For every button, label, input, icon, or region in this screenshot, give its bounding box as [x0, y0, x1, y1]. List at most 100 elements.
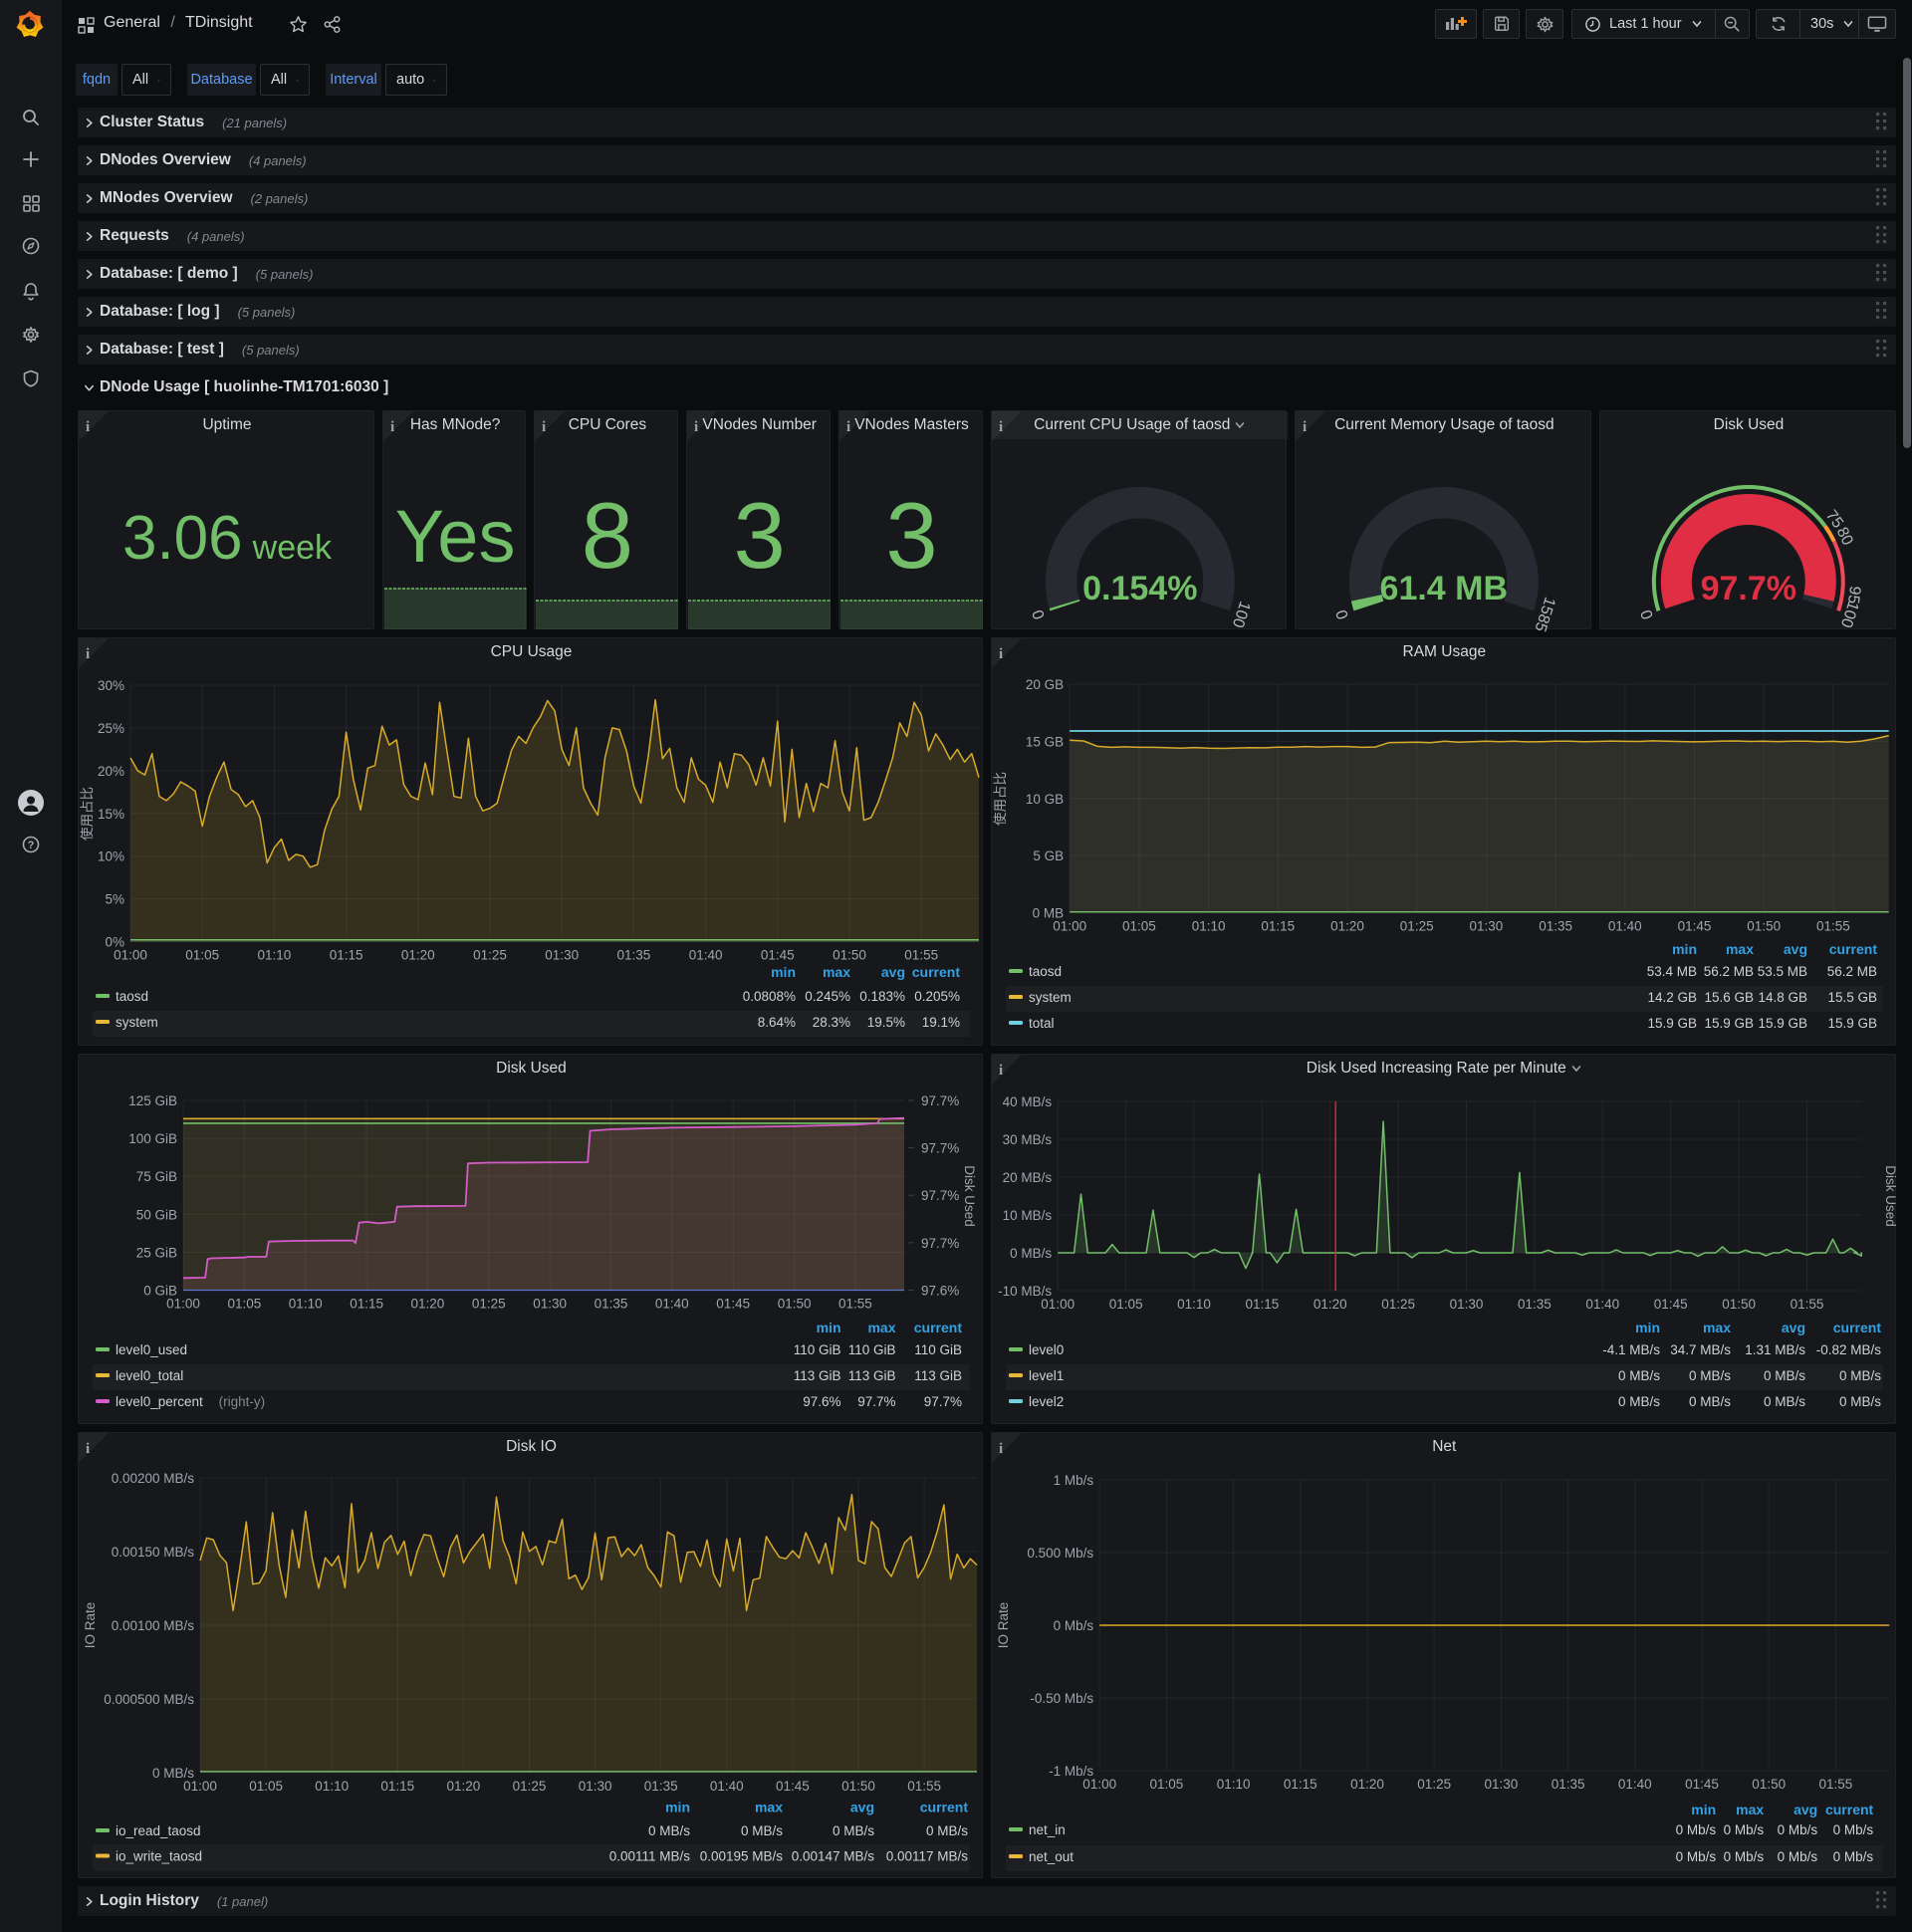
svg-text:net_out: net_out: [1029, 1849, 1074, 1864]
svg-text:level1: level1: [1029, 1368, 1064, 1383]
svg-text:75 GiB: 75 GiB: [136, 1169, 177, 1184]
svg-text:avg: avg: [850, 1800, 874, 1815]
svg-text:taosd: taosd: [1029, 964, 1062, 979]
svg-text:current: current: [1833, 1320, 1882, 1335]
svg-text:53.4 MB: 53.4 MB: [1647, 964, 1697, 979]
svg-text:01:45: 01:45: [776, 1779, 810, 1794]
svg-text:01:25: 01:25: [1400, 919, 1434, 934]
svg-text:20 GB: 20 GB: [1026, 677, 1064, 692]
svg-text:level0: level0: [1029, 1342, 1064, 1357]
svg-text:01:35: 01:35: [1518, 1297, 1552, 1312]
svg-text:0 MB/s: 0 MB/s: [1010, 1246, 1052, 1261]
svg-text:01:50: 01:50: [1752, 1777, 1786, 1792]
svg-text:50 GiB: 50 GiB: [136, 1207, 177, 1222]
svg-text:max: max: [755, 1800, 783, 1815]
svg-text:0 MB/s: 0 MB/s: [1764, 1394, 1805, 1409]
svg-text:15 GB: 15 GB: [1026, 734, 1064, 749]
svg-text:01:40: 01:40: [689, 948, 723, 963]
svg-text:IO Rate: IO Rate: [83, 1602, 98, 1649]
svg-text:01:05: 01:05: [1108, 1297, 1142, 1312]
svg-text:0 Mb/s: 0 Mb/s: [1832, 1849, 1873, 1864]
svg-text:01:45: 01:45: [1685, 1777, 1719, 1792]
svg-text:0 Mb/s: 0 Mb/s: [1777, 1822, 1817, 1837]
svg-text:01:10: 01:10: [1177, 1297, 1211, 1312]
svg-text:level2: level2: [1029, 1394, 1064, 1409]
svg-text:level0_total: level0_total: [116, 1368, 183, 1383]
svg-text:system: system: [116, 1015, 158, 1030]
svg-text:01:20: 01:20: [1330, 919, 1364, 934]
svg-text:19.5%: 19.5%: [867, 1015, 905, 1030]
svg-text:0.00147 MB/s: 0.00147 MB/s: [792, 1849, 875, 1864]
svg-text:1.31 MB/s: 1.31 MB/s: [1745, 1342, 1805, 1357]
svg-text:113 GiB: 113 GiB: [794, 1368, 841, 1383]
svg-text:01:25: 01:25: [1417, 1777, 1451, 1792]
svg-text:28.3%: 28.3%: [813, 1015, 850, 1030]
svg-text:使用占比: 使用占比: [79, 787, 95, 841]
svg-text:max: max: [867, 1320, 895, 1335]
svg-text:01:55: 01:55: [1818, 1777, 1852, 1792]
svg-text:-0.50 Mb/s: -0.50 Mb/s: [1030, 1691, 1093, 1706]
svg-text:01:35: 01:35: [595, 1297, 628, 1312]
svg-text:min: min: [817, 1320, 841, 1335]
svg-text:0 MB/s: 0 MB/s: [1839, 1368, 1881, 1383]
svg-text:01:55: 01:55: [1816, 919, 1850, 934]
svg-text:0.00117 MB/s: 0.00117 MB/s: [886, 1849, 969, 1864]
svg-text:0.205%: 0.205%: [914, 989, 960, 1004]
svg-text:current: current: [1825, 1802, 1874, 1817]
svg-text:total: total: [1029, 1016, 1055, 1031]
svg-text:01:20: 01:20: [411, 1297, 445, 1312]
svg-text:110 GiB: 110 GiB: [914, 1342, 962, 1357]
svg-text:01:05: 01:05: [228, 1297, 262, 1312]
svg-text:01:10: 01:10: [289, 1297, 323, 1312]
svg-text:0.500 Mb/s: 0.500 Mb/s: [1027, 1546, 1093, 1561]
svg-text:0 Mb/s: 0 Mb/s: [1832, 1822, 1873, 1837]
svg-text:0 Mb/s: 0 Mb/s: [1777, 1849, 1817, 1864]
svg-text:01:00: 01:00: [114, 948, 147, 963]
svg-text:io_read_taosd: io_read_taosd: [116, 1823, 201, 1838]
svg-text:0 Mb/s: 0 Mb/s: [1723, 1822, 1764, 1837]
svg-text:0.183%: 0.183%: [859, 989, 905, 1004]
svg-text:max: max: [823, 964, 850, 980]
svg-text:01:10: 01:10: [1216, 1777, 1250, 1792]
svg-text:01:35: 01:35: [644, 1779, 678, 1794]
svg-text:0.00150 MB/s: 0.00150 MB/s: [112, 1545, 195, 1560]
svg-text:0.00111 MB/s: 0.00111 MB/s: [609, 1849, 691, 1864]
svg-text:97.7%: 97.7%: [857, 1394, 895, 1409]
svg-text:15%: 15%: [98, 807, 124, 822]
svg-text:01:30: 01:30: [579, 1779, 612, 1794]
svg-text:01:45: 01:45: [761, 948, 795, 963]
svg-text:01:50: 01:50: [1722, 1297, 1756, 1312]
svg-text:0.0808%: 0.0808%: [743, 989, 796, 1004]
svg-text:25 GiB: 25 GiB: [136, 1245, 177, 1260]
svg-text:0 MB/s: 0 MB/s: [833, 1823, 874, 1838]
svg-text:io_write_taosd: io_write_taosd: [116, 1849, 202, 1864]
svg-text:01:45: 01:45: [1654, 1297, 1688, 1312]
svg-text:0.00100 MB/s: 0.00100 MB/s: [112, 1618, 195, 1633]
svg-text:01:30: 01:30: [1449, 1297, 1483, 1312]
svg-text:5 GB: 5 GB: [1033, 848, 1064, 863]
svg-text:01:15: 01:15: [380, 1779, 414, 1794]
svg-text:15.9 GB: 15.9 GB: [1827, 1016, 1877, 1031]
svg-text:125 GiB: 125 GiB: [128, 1093, 177, 1108]
svg-text:01:30: 01:30: [533, 1297, 567, 1312]
svg-text:01:25: 01:25: [472, 1297, 506, 1312]
svg-text:current: current: [920, 1800, 969, 1815]
svg-text:system: system: [1029, 990, 1072, 1005]
svg-text:97.7%: 97.7%: [924, 1394, 962, 1409]
svg-text:01:40: 01:40: [1585, 1297, 1619, 1312]
svg-text:97.7%: 97.7%: [921, 1093, 959, 1108]
svg-text:01:55: 01:55: [904, 948, 938, 963]
svg-text:current: current: [914, 1320, 963, 1335]
svg-text:01:30: 01:30: [1484, 1777, 1518, 1792]
svg-text:0 MB/s: 0 MB/s: [1764, 1368, 1805, 1383]
svg-text:01:15: 01:15: [1245, 1297, 1279, 1312]
svg-text:min: min: [1635, 1320, 1660, 1335]
svg-text:10 MB/s: 10 MB/s: [1002, 1208, 1052, 1223]
svg-text:0: 0: [1333, 607, 1352, 621]
svg-text:01:50: 01:50: [778, 1297, 812, 1312]
svg-text:01:00: 01:00: [1053, 919, 1086, 934]
svg-text:0 MB/s: 0 MB/s: [1618, 1394, 1660, 1409]
svg-text:current: current: [1829, 941, 1878, 957]
svg-text:01:25: 01:25: [1381, 1297, 1415, 1312]
svg-text:max: max: [1703, 1320, 1731, 1335]
